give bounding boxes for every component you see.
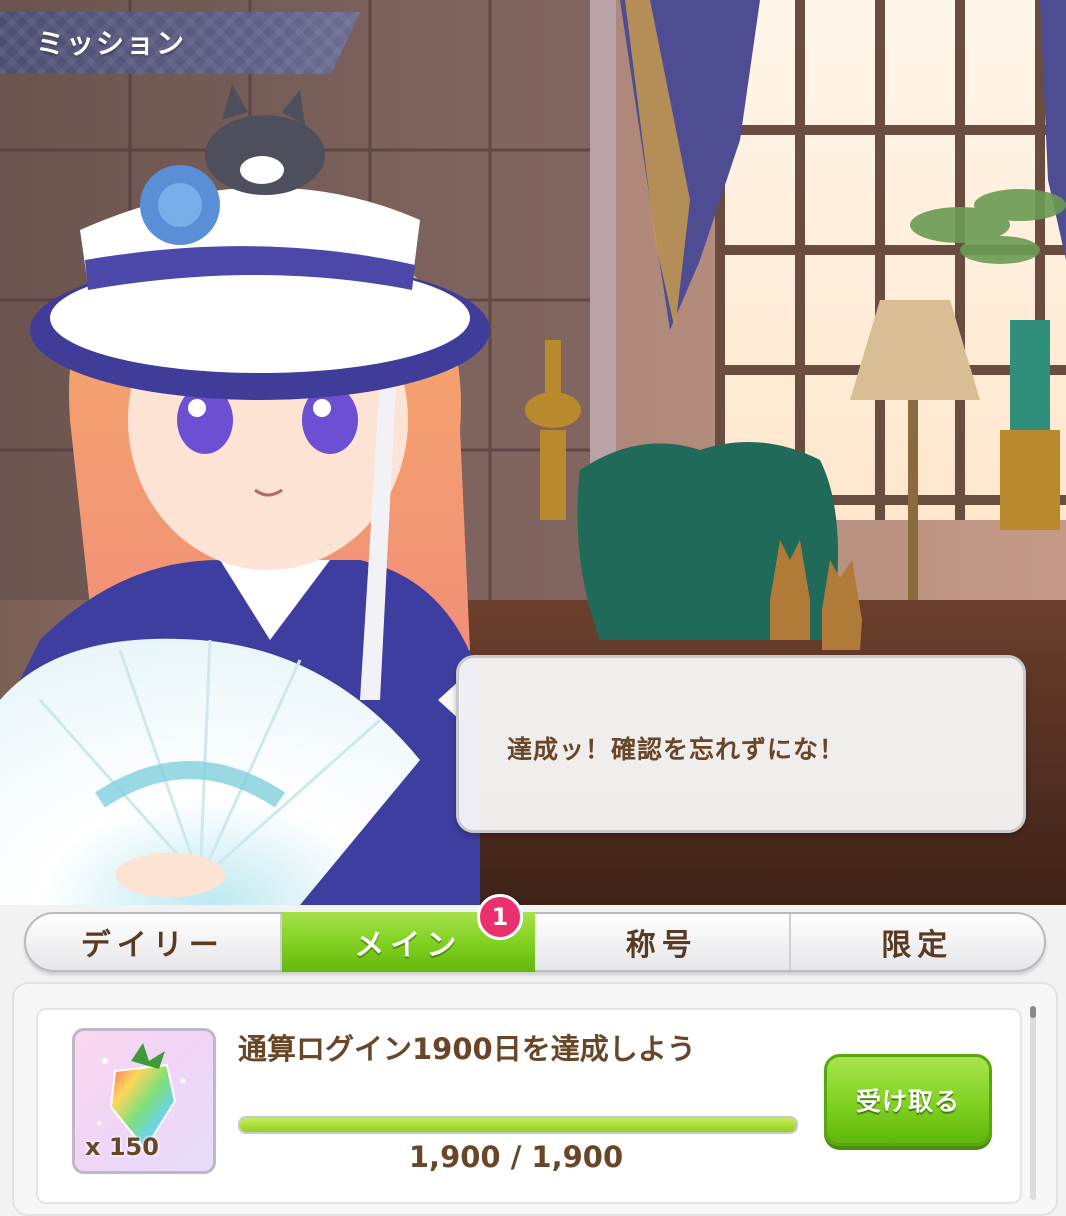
claim-button-label: 受け取る [855, 1087, 960, 1116]
notification-badge: 1 [477, 894, 523, 940]
tab-daily[interactable]: デイリー [26, 914, 282, 970]
progress-text: 1,900 / 1,900 [408, 1140, 624, 1174]
tab-title-label: 称号 [625, 928, 698, 963]
rainbow-carrot-icon[interactable]: x 150 [72, 1028, 216, 1174]
tab-main[interactable]: メイン 1 [281, 894, 535, 972]
tab-limited-label: 限定 [881, 928, 954, 963]
mission-header-banner: ミッション [0, 12, 360, 74]
dialogue-text: 達成ッ！確認を忘れずにな！ [507, 735, 846, 764]
page-title: ミッション [36, 27, 187, 60]
character-scene: ミッション 達成ッ！確認を忘れずにな！ [0, 0, 1066, 905]
reward-quantity: x 150 [85, 1133, 159, 1161]
scrollbar[interactable] [1030, 1006, 1036, 1200]
tab-main-label: メイン [354, 928, 463, 963]
mission-tab-bar: デイリー メイン 1 称号 限定 [24, 894, 1046, 972]
tab-limited[interactable]: 限定 [791, 914, 1045, 970]
mission-title: 通算ログイン1900日を達成しよう [238, 1032, 696, 1066]
tab-title[interactable]: 称号 [535, 914, 791, 970]
tab-daily-label: デイリー [80, 928, 225, 963]
progress-bar [238, 1116, 798, 1134]
progress-bar-fill [240, 1118, 796, 1132]
scrollbar-thumb[interactable] [1030, 1006, 1036, 1018]
claim-button[interactable]: 受け取る [824, 1054, 992, 1146]
speech-bubble: 達成ッ！確認を忘れずにな！ [456, 655, 1026, 833]
